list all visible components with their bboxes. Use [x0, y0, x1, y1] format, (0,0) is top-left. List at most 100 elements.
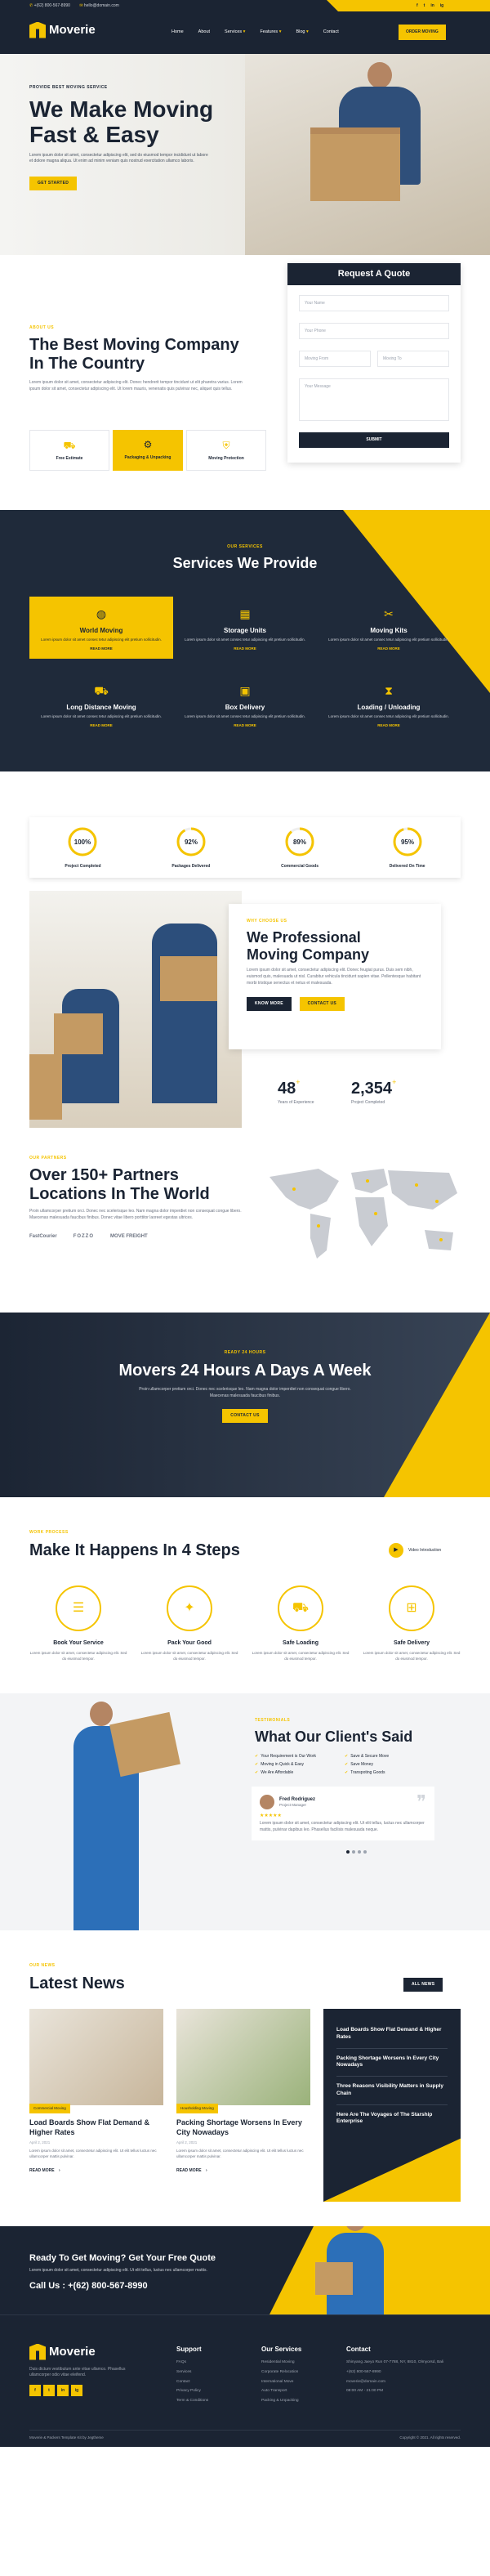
- testimonial-section: TESTIMONIALS What Our Client's Said ✔ You…: [0, 1693, 490, 1930]
- linkedin-icon[interactable]: in: [57, 2385, 69, 2396]
- feature-card[interactable]: ⛟ Free Estimate: [29, 430, 109, 471]
- choose-text: Lorem ipsum dolor sit amet, consectetur …: [247, 968, 421, 986]
- footer-link[interactable]: Services: [176, 2370, 261, 2376]
- nav-home[interactable]: Home: [172, 29, 184, 36]
- service-card[interactable]: ✂ Moving Kits Lorem ipsum dolor sit amet c…: [317, 597, 461, 659]
- read-more-link[interactable]: READ MORE: [185, 723, 305, 728]
- news-category[interactable]: Housholding Moving: [176, 2104, 218, 2114]
- read-more-link[interactable]: READ MORE: [328, 723, 449, 728]
- footer-link[interactable]: Packing & Unpacking: [261, 2399, 346, 2404]
- submit-button[interactable]: SUBMIT: [299, 432, 449, 449]
- video-intro-button[interactable]: ▶ Video Introduction: [389, 1543, 441, 1558]
- get-started-button[interactable]: GET STARTED: [29, 177, 78, 191]
- read-more-link[interactable]: READ MORE: [328, 646, 449, 651]
- carousel-dot[interactable]: [352, 1850, 355, 1854]
- footer-link[interactable]: moverie@domain.com: [346, 2380, 444, 2386]
- play-icon: ▶: [389, 1543, 403, 1558]
- quote-form: Request A Quote Your Name Your Phone Mov…: [287, 263, 461, 463]
- service-card[interactable]: ⛟ Long Distance Moving Lorem ipsum dolor s…: [29, 673, 173, 736]
- read-more-link[interactable]: READ MORE: [41, 646, 162, 651]
- distance-icon: ⛟: [94, 684, 109, 697]
- facebook-icon[interactable]: f: [416, 3, 418, 8]
- chevron-down-icon: ▾: [278, 29, 282, 34]
- know-more-button[interactable]: KNOW MORE: [247, 996, 292, 1011]
- client-role: Project Manager: [279, 1803, 307, 1808]
- footer-link[interactable]: 08:00 AM - 21:00 PM: [346, 2389, 444, 2395]
- moving-to-field[interactable]: Moving To: [377, 351, 449, 368]
- message-field[interactable]: Your Message: [299, 378, 449, 422]
- footer-logo[interactable]: Moverie: [29, 2343, 127, 2360]
- footer-link[interactable]: Privacy Policy: [176, 2389, 261, 2395]
- footer-link[interactable]: Shinyang Jaeyo Run 07-7788, NY, 8810, Ol…: [346, 2360, 444, 2366]
- carousel-dot[interactable]: [358, 1850, 361, 1854]
- footer-link[interactable]: Contact: [176, 2380, 261, 2386]
- all-news-button[interactable]: ALL NEWS: [403, 1978, 443, 1992]
- partner-logo[interactable]: FastCourier: [29, 1233, 57, 1240]
- news-post-title[interactable]: Load Boards Show Flat Demand & Higher Ra…: [29, 2118, 163, 2137]
- logo[interactable]: Moverie: [29, 21, 96, 38]
- cta-section: Ready To Get Moving? Get Your Free Quote…: [0, 2226, 490, 2314]
- news-kicker: OUR NEWS: [29, 1963, 56, 1968]
- nav-about[interactable]: About: [198, 29, 210, 36]
- contact-us-button[interactable]: CONTACT US: [299, 996, 345, 1011]
- instagram-icon[interactable]: ig: [71, 2385, 82, 2396]
- step-item: ✦ Pack Your Good Lorem ipsum dolor sit ame…: [140, 1585, 238, 1661]
- footer-column: Support FAQs Services Contact Privacy Policy…: [176, 2345, 261, 2408]
- steps-section: WORK PROCESS Make It Happens In 4 Steps …: [0, 1497, 490, 1693]
- phone-field[interactable]: Your Phone: [299, 323, 449, 340]
- footer-credit: Moverie & Packers Template Kit by Jegthe…: [29, 2435, 104, 2440]
- instagram-icon[interactable]: ig: [440, 3, 443, 8]
- nav-services[interactable]: Services ▾: [225, 29, 245, 36]
- service-card[interactable]: ▦ Storage Units Lorem ipsum dolor sit amet…: [173, 597, 317, 659]
- footer-link[interactable]: FAQs: [176, 2360, 261, 2366]
- carousel-dot[interactable]: [346, 1850, 350, 1854]
- check-icon: ✔: [345, 1754, 349, 1760]
- twitter-icon[interactable]: t: [43, 2385, 55, 2396]
- topbar-phone[interactable]: +(62) 800-567-8990: [34, 3, 70, 8]
- sidebar-news-link[interactable]: Here Are The Voyages of The Starship Ent…: [336, 2105, 448, 2133]
- partner-logo[interactable]: FOZZO: [74, 1233, 94, 1240]
- partner-logo[interactable]: MOVE FREIGHT: [110, 1233, 148, 1240]
- service-card[interactable]: ▣ Box Delivery Lorem ipsum dolor sit amet …: [173, 673, 317, 736]
- footer-link[interactable]: Corporate Relocation: [261, 2370, 346, 2376]
- feature-card[interactable]: ⛨ Moving Protection: [186, 430, 266, 471]
- shield-icon: ⛨: [222, 440, 230, 451]
- cta-phone[interactable]: Call Us : +(62) 800-567-8990: [29, 2280, 217, 2292]
- check-item: ✔ Moving in Quick & Easy: [255, 1762, 305, 1768]
- footer-link[interactable]: Auto Transport: [261, 2389, 346, 2395]
- linkedin-icon[interactable]: in: [430, 3, 434, 8]
- news-card[interactable]: Housholding Moving Packing Shortage Worse…: [176, 2009, 310, 2174]
- read-more-link[interactable]: READ MORE ›: [176, 2168, 310, 2174]
- service-name: World Moving: [79, 626, 123, 634]
- nav-blog[interactable]: Blog ▾: [296, 29, 308, 36]
- name-field[interactable]: Your Name: [299, 295, 449, 312]
- order-moving-button[interactable]: ORDER MOVING: [399, 25, 446, 40]
- read-more-link[interactable]: READ MORE: [185, 646, 305, 651]
- news-card[interactable]: Commercial Moving Load Boards Show Flat D…: [29, 2009, 163, 2174]
- sidebar-news-link[interactable]: Load Boards Show Flat Demand & Higher Ra…: [336, 2020, 448, 2049]
- steps-kicker: WORK PROCESS: [29, 1530, 69, 1535]
- footer-link[interactable]: Term & Conditions: [176, 2399, 261, 2404]
- nav-features[interactable]: Features ▾: [260, 29, 281, 36]
- sidebar-news-link[interactable]: Packing Shortage Worsens In Every City N…: [336, 2049, 448, 2077]
- read-more-link[interactable]: READ MORE ›: [29, 2168, 163, 2174]
- footer-link[interactable]: Residential Moving: [261, 2360, 346, 2366]
- nav-contact[interactable]: Contact: [323, 29, 339, 36]
- twitter-icon[interactable]: t: [424, 3, 425, 8]
- news-post-title[interactable]: Packing Shortage Worsens In Every City N…: [176, 2118, 310, 2137]
- hero-section: ✆ +(62) 800-567-8990 ✉ hello@domain.com …: [0, 0, 490, 255]
- read-more-link[interactable]: READ MORE: [41, 723, 162, 728]
- banner-contact-button[interactable]: CONTACT US: [222, 1409, 268, 1423]
- facebook-icon[interactable]: f: [29, 2385, 41, 2396]
- footer-link[interactable]: +(62) 800-567-8990: [346, 2370, 444, 2376]
- footer-link[interactable]: International Move: [261, 2380, 346, 2386]
- moving-from-field[interactable]: Moving From: [299, 351, 371, 368]
- service-card[interactable]: ◍ World Moving Lorem ipsum dolor sit amet …: [29, 597, 173, 659]
- arrow-right-icon: ›: [57, 2167, 60, 2173]
- carousel-dot[interactable]: [363, 1850, 367, 1854]
- service-card[interactable]: ⧗ Loading / Unloading Lorem ipsum dolor si…: [317, 673, 461, 736]
- sidebar-news-link[interactable]: Three Reasons Visibility Matters in Supp…: [336, 2077, 448, 2105]
- feature-card[interactable]: ⚙ Packaging & Unpacking: [113, 430, 183, 471]
- topbar-email[interactable]: hello@domain.com: [84, 3, 119, 8]
- news-category[interactable]: Commercial Moving: [29, 2104, 70, 2114]
